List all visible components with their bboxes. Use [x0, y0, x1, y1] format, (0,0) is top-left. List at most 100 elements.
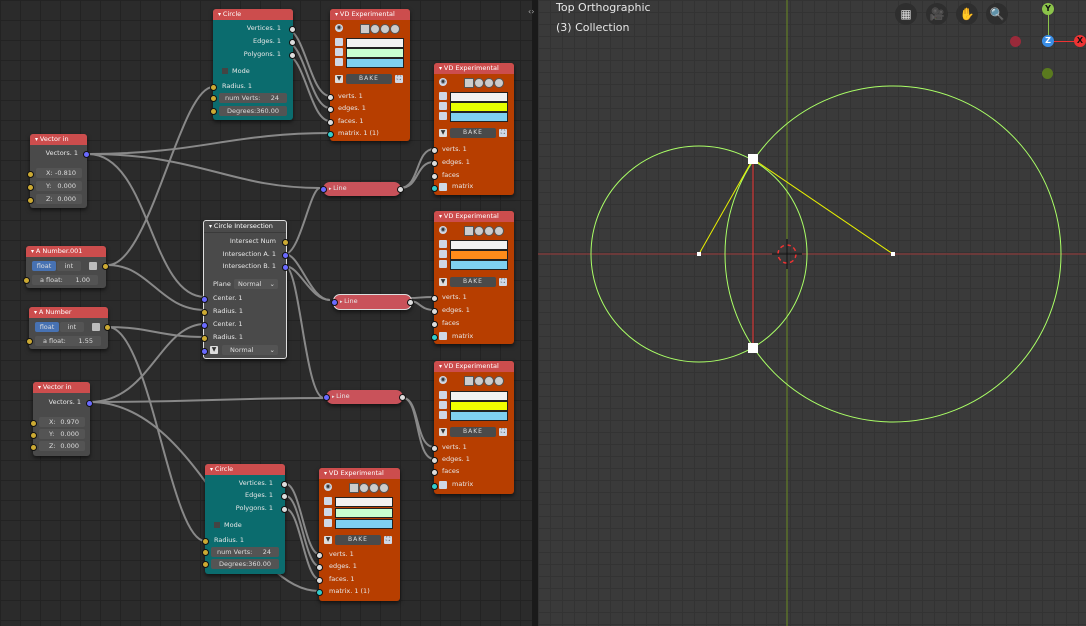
face-icon[interactable]	[335, 58, 343, 66]
settings-icon[interactable]	[379, 483, 389, 493]
settings-icon[interactable]	[89, 262, 97, 270]
grid-toggle-button[interactable]: ▦	[895, 3, 917, 25]
socket[interactable]	[86, 400, 93, 407]
y-field[interactable]: Y: 0.000	[39, 429, 85, 439]
degrees-field[interactable]: Degrees:360.00	[219, 106, 287, 116]
socket[interactable]	[431, 321, 438, 328]
socket[interactable]	[202, 561, 209, 568]
edge-color-swatch[interactable]	[346, 48, 404, 58]
node-header[interactable]: VD Experimental	[330, 9, 410, 20]
circle-icon[interactable]	[369, 483, 379, 493]
dropdown-icon[interactable]: ▼	[439, 129, 447, 137]
vector-in-node-1[interactable]: Vector in Vectors. 1 X:-0.810 Y:0.000 Z:…	[27, 134, 90, 208]
socket[interactable]	[323, 394, 330, 401]
bake-button[interactable]: BAKE	[450, 427, 496, 437]
circle-icon[interactable]	[380, 24, 390, 34]
vertex-icon[interactable]	[324, 497, 332, 505]
node-header[interactable]: VD Experimental	[434, 361, 514, 372]
face-icon[interactable]	[324, 519, 332, 527]
pan-hand-button[interactable]: ✋	[956, 3, 978, 25]
node-editor[interactable]: Circle Vertices. 1 Edges. 1 Polygons. 1 …	[0, 0, 532, 626]
circle-icon[interactable]	[474, 78, 484, 88]
vertex-icon[interactable]	[335, 38, 343, 46]
edge-icon[interactable]	[439, 102, 447, 110]
vector-in-node-2[interactable]: Vector in Vectors. 1 X:0.970 Y:0.000 Z:0…	[30, 382, 93, 456]
a-number-node-2[interactable]: A Number float int a float:1.55	[26, 307, 111, 349]
socket[interactable]	[202, 538, 209, 545]
a-number-node-1[interactable]: A Number.001 float int a float:1.00	[23, 246, 109, 288]
toggle-icon[interactable]	[464, 376, 474, 386]
node-header[interactable]: Vector in	[33, 382, 90, 393]
fullscreen-icon[interactable]: ⛶	[499, 428, 507, 436]
socket[interactable]	[407, 299, 414, 306]
socket[interactable]	[201, 348, 208, 355]
dropdown-icon[interactable]: ▼	[324, 536, 332, 544]
socket[interactable]	[27, 184, 34, 191]
eye-icon[interactable]: ◉	[439, 226, 447, 234]
node-header[interactable]: VD Experimental	[319, 468, 400, 479]
vertex-icon[interactable]	[439, 391, 447, 399]
socket[interactable]	[102, 263, 109, 270]
vertex-icon[interactable]	[439, 92, 447, 100]
dropdown-icon[interactable]: ▼	[439, 278, 447, 286]
y-field[interactable]: Y: 0.000	[36, 181, 82, 191]
socket[interactable]	[431, 483, 438, 490]
gizmo-x-button[interactable]: X	[1074, 35, 1086, 47]
socket[interactable]	[201, 322, 208, 329]
socket[interactable]	[210, 95, 217, 102]
socket[interactable]	[23, 277, 30, 284]
face-icon[interactable]	[439, 112, 447, 120]
eye-icon[interactable]: ◉	[324, 483, 332, 491]
socket[interactable]	[431, 308, 438, 315]
circle-icon[interactable]	[474, 226, 484, 236]
circle-icon[interactable]	[359, 483, 369, 493]
mode-checkbox[interactable]	[214, 522, 220, 528]
node-header[interactable]: Circle	[213, 9, 293, 20]
degrees-field[interactable]: Degrees:360.00	[211, 559, 279, 569]
socket[interactable]	[327, 119, 334, 126]
socket[interactable]	[201, 335, 208, 342]
edge-icon[interactable]	[439, 401, 447, 409]
socket[interactable]	[281, 506, 288, 513]
line-node-1[interactable]: ▸ Line	[320, 182, 404, 196]
3d-viewport[interactable]: Top Orthographic (3) Collection ▦ 🎥 ✋ 🔍 …	[538, 0, 1086, 626]
socket[interactable]	[327, 106, 334, 113]
dropdown-icon[interactable]: ▼	[439, 428, 447, 436]
toggle-icon[interactable]	[360, 24, 370, 34]
socket[interactable]	[210, 108, 217, 115]
int-toggle[interactable]: int	[60, 322, 84, 332]
vd-experimental-node-5[interactable]: VD Experimental ◉ ▼ BAKE ⛶ verts. 1 edge…	[316, 468, 400, 601]
vertex-color-swatch[interactable]	[450, 391, 508, 401]
x-field[interactable]: X: 0.970	[39, 417, 85, 427]
edge-color-swatch[interactable]	[450, 102, 508, 112]
float-value-field[interactable]: a float: 1.00	[32, 275, 98, 285]
socket[interactable]	[104, 324, 111, 331]
node-header[interactable]: A Number.001	[26, 246, 106, 257]
fullscreen-icon[interactable]: ⛶	[499, 278, 507, 286]
edge-icon[interactable]	[335, 48, 343, 56]
circle-icon[interactable]	[484, 78, 494, 88]
circle-icon[interactable]	[474, 376, 484, 386]
face-icon[interactable]	[439, 411, 447, 419]
zoom-button[interactable]: 🔍	[986, 3, 1008, 25]
vertex-color-swatch[interactable]	[450, 240, 508, 250]
toggle-icon[interactable]	[464, 78, 474, 88]
line-node-3[interactable]: ▸ Line	[323, 390, 406, 404]
plane-dropdown[interactable]: Normal ⌄	[234, 279, 278, 289]
bake-button[interactable]: BAKE	[346, 74, 392, 84]
eye-icon[interactable]: ◉	[439, 376, 447, 384]
settings-icon[interactable]	[494, 376, 504, 386]
socket[interactable]	[30, 432, 37, 439]
node-header[interactable]: Circle	[205, 464, 285, 475]
socket[interactable]	[327, 94, 334, 101]
int-toggle[interactable]: int	[57, 261, 81, 271]
vd-experimental-node-1[interactable]: VD Experimental ◉ ▼ BAKE ⛶ verts. 1 edge…	[327, 9, 410, 141]
toggle-icon[interactable]	[349, 483, 359, 493]
socket[interactable]	[316, 589, 323, 596]
socket[interactable]	[431, 457, 438, 464]
face-color-swatch[interactable]	[335, 519, 393, 529]
circle-icon[interactable]	[484, 226, 494, 236]
edge-icon[interactable]	[439, 250, 447, 258]
circle-intersection-node[interactable]: Circle Intersection Intersect Num Inters…	[201, 220, 289, 359]
edge-color-swatch[interactable]	[450, 401, 508, 411]
